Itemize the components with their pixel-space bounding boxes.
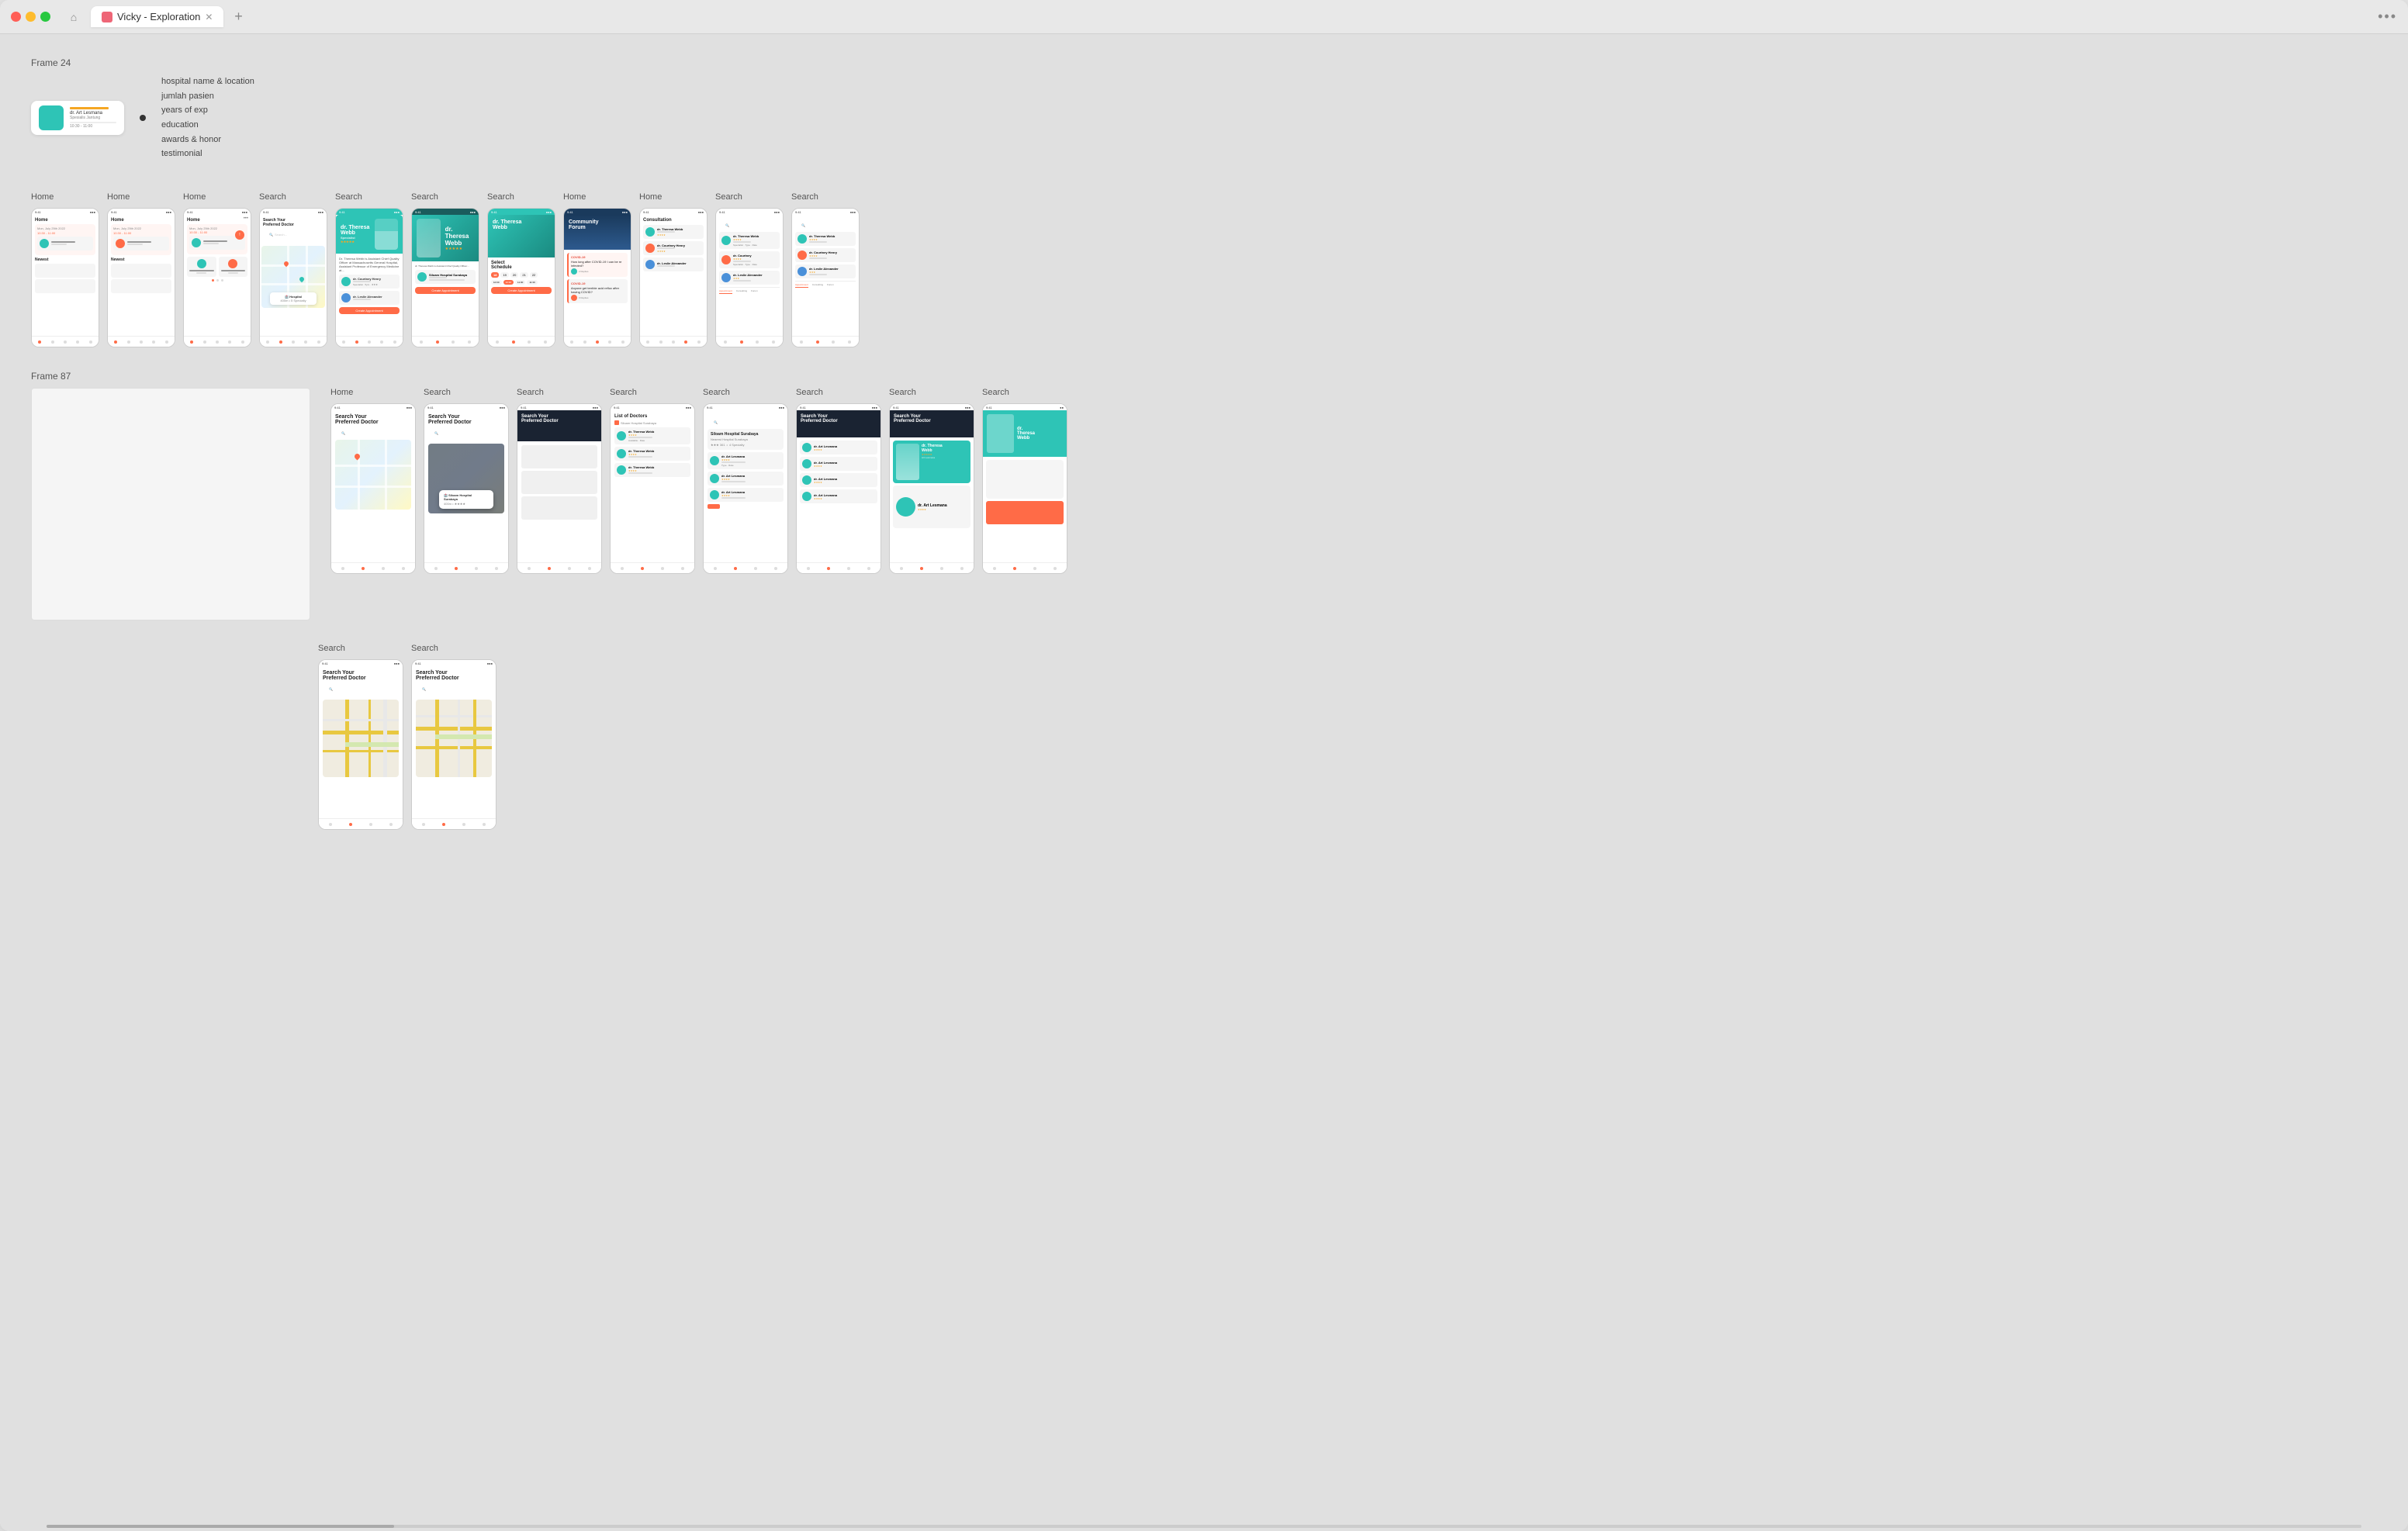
close-button[interactable] [11,12,21,22]
canvas-content: Frame 24 dr. Art Lesmana Spesialis Jantu… [31,57,2377,830]
phone-home-1: 9:41●●● Home Mon, July 25th 2022 10:30 -… [31,208,99,347]
horizontal-scrollbar[interactable] [47,1525,2361,1528]
new-tab-button[interactable]: + [228,7,248,27]
row1-label-10: Search [791,192,860,202]
frame24-content: dr. Art Lesmana Spesialis Jantung 10:30 … [31,74,2377,161]
row2b-label-0: Search [318,644,403,653]
phone-row2-theresa-big: 9:41●●● Search YourPreferred Doctor [889,403,974,574]
frame24-card: dr. Art Lesmana Spesialis Jantung 10:30 … [31,101,124,135]
title-bar: ⌂ Vicky - Exploration ✕ + ••• [0,0,2408,34]
row1-label-1: Home [107,192,175,202]
phone-row2-cutoff: 9:41●● dr. Theresa Webb [982,403,1067,574]
phone-row2-home: 9:41●●● Search YourPreferred Doctor 🔍 [330,403,416,574]
row1-label-4: Search [335,192,403,202]
tab-bar: Vicky - Exploration ✕ + [91,6,2372,27]
row1-label-0: Home [31,192,99,202]
tab-vicky-exploration[interactable]: Vicky - Exploration ✕ [91,6,223,27]
frame24-annotations: hospital name & location jumlah pasien y… [161,74,254,161]
row2-label-4: Search [703,388,788,397]
phone-home-2: 9:41●●● Home Mon, July 25th 2022 10:30 -… [107,208,175,347]
phone-row-1: Home 9:41●●● Home Mon, July 25th 2022 10… [31,192,2377,347]
frame87-label: Frame 87 [31,371,2377,382]
row1-label-9: Search [715,192,784,202]
phone-search-theresa-dark: 9:41●●● dr. Theresa Webb ★★★★★ [411,208,479,347]
more-options-button[interactable]: ••• [2378,9,2397,25]
row1-label-8: Home [639,192,708,202]
phone-search-theresa: 9:41●●● dr. Theresa Webb Specialist ★★★★… [335,208,403,347]
row1-label-2: Home [183,192,251,202]
phone-row2b-yellowmap-1: 9:41●●● Search YourPreferred Doctor 🔍 [318,659,403,830]
row2-label-1: Search [424,388,509,397]
phone-search-list-1: 9:41●●● 🔍 dr. Theresa Webb ★★★★ [715,208,784,347]
row2b-label-1: Search [411,644,496,653]
row2-label-2: Search [517,388,602,397]
phone-row2-preferred: 9:41●●● Search YourPreferred Doctor dr. … [796,403,881,574]
phone-select-schedule: 9:41●●● dr. Theresa Webb SelectSchedule … [487,208,555,347]
maximize-button[interactable] [40,12,50,22]
tab-close-button[interactable]: ✕ [205,12,213,22]
row1-label-3: Search [259,192,327,202]
phone-home-3: 9:41●●● ••• Home Mon, July 25th 2022 10:… [183,208,251,347]
phone-row2-search-dark: 9:41●●● Search YourPreferred Doctor 🔍 🏥 … [424,403,509,574]
row2-label-3: Search [610,388,695,397]
row2-label-5: Search [796,388,881,397]
browser-window: ⌂ Vicky - Exploration ✕ + ••• Frame 24 [0,0,2408,1531]
phone-consultation: 9:41●●● Consultation dr. Theresa Webb ★★… [639,208,708,347]
phone-row2-search-plain: 9:41●●● Search YourPreferred Doctor [517,403,602,574]
phone-row2b-yellowmap-2: 9:41●●● Search YourPreferred Doctor 🔍 [411,659,496,830]
row1-label-7: Home [563,192,631,202]
figma-icon [102,12,112,22]
phone-search-list-2: 9:41●●● 🔍 dr. Theresa Webb ★★★★ [791,208,860,347]
frame24-area: Frame 24 dr. Art Lesmana Spesialis Jantu… [31,57,2377,161]
home-button[interactable]: ⌂ [63,6,85,28]
canvas-area[interactable]: Frame 24 dr. Art Lesmana Spesialis Jantu… [0,34,2408,1531]
minimize-button[interactable] [26,12,36,22]
row2-label-6: Search [889,388,974,397]
row1-label-5: Search [411,192,479,202]
phone-row2-siloam: 9:41●●● 🔍 Siloam Hospital Surabaya Neare… [703,403,788,574]
row1-label-6: Search [487,192,555,202]
row2-label-0: Home [330,388,416,397]
frame87-placeholder [31,388,310,620]
traffic-lights [11,12,50,22]
phone-row2-list-doctors: 9:41●●● List of Doctors Siloam Hospital … [610,403,695,574]
row2-label-7: Search [982,388,1067,397]
phone-search-map-1: 9:41●●● Search YourPreferred Doctor 🔍Sea… [259,208,327,347]
phone-community-forum: 9:41●●● Community Forum COVID-19 How lon… [563,208,631,347]
tab-title: Vicky - Exploration [117,11,200,22]
phone-row-2b: Search 9:41●●● Search YourPreferred Doct… [318,644,2377,830]
phone-row-2: Home 9:41●●● Search YourPreferred Doctor… [31,388,2377,620]
frame24-indicator-dot [140,115,146,121]
frame24-label: Frame 24 [31,57,2377,68]
scrollbar-thumb[interactable] [47,1525,394,1528]
